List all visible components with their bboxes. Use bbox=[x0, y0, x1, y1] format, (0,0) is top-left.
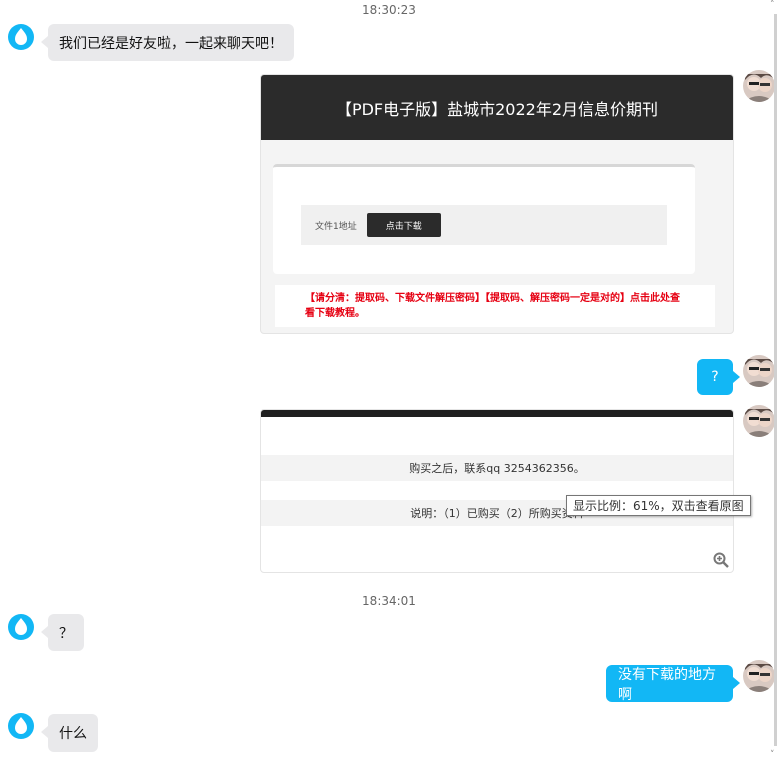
user-photo-avatar bbox=[743, 70, 775, 102]
message-bubble-received: 什么 bbox=[41, 714, 98, 752]
download-card[interactable]: 【PDF电子版】盐城市2022年2月信息价期刊 文件1地址 点击下载 【请分清：… bbox=[260, 74, 734, 334]
qq-logo-icon bbox=[8, 614, 34, 640]
download-notice[interactable]: 【请分清：提取码、下载文件解压密码】【提取码、解压密码一定是对的】点击此处查看下… bbox=[275, 285, 715, 327]
image-header-bar bbox=[261, 410, 733, 417]
message-text: 我们已经是好友啦，一起来聊天吧！ bbox=[59, 35, 283, 52]
qq-logo-icon bbox=[8, 24, 34, 50]
message-text: 没有下载的地方啊 bbox=[618, 666, 716, 703]
zoom-in-icon[interactable] bbox=[713, 552, 729, 568]
message-text: ? bbox=[711, 369, 719, 385]
scroll-up-arrow[interactable]: ˄ bbox=[770, 0, 775, 10]
timestamp: 18:30:23 bbox=[362, 3, 416, 17]
timestamp: 18:34:01 bbox=[362, 594, 416, 608]
message-bubble-sent: 没有下载的地方啊 bbox=[606, 665, 740, 703]
card-title: 【PDF电子版】盐城市2022年2月信息价期刊 bbox=[261, 75, 733, 140]
user-photo-avatar bbox=[743, 355, 775, 387]
my-avatar[interactable] bbox=[743, 355, 775, 387]
message-text: 什么 bbox=[59, 726, 87, 742]
image-message[interactable]: 购买之后，联系qq 3254362356。 说明：（1）已购买（2）所购买资料 bbox=[260, 409, 734, 573]
scroll-down-arrow[interactable]: ˅ bbox=[770, 750, 775, 760]
contact-avatar[interactable] bbox=[6, 711, 36, 741]
contact-avatar[interactable] bbox=[6, 22, 36, 52]
my-avatar[interactable] bbox=[743, 405, 775, 437]
file-panel: 文件1地址 点击下载 bbox=[273, 164, 695, 274]
download-button[interactable]: 点击下载 bbox=[366, 213, 441, 237]
contact-line: 购买之后，联系qq 3254362356。 bbox=[261, 455, 733, 481]
message-bubble-sent: ? bbox=[697, 359, 740, 395]
my-avatar[interactable] bbox=[743, 70, 775, 102]
message-bubble-received: ？ bbox=[41, 614, 84, 651]
message-bubble-received: 我们已经是好友啦，一起来聊天吧！ bbox=[41, 24, 294, 61]
contact-avatar[interactable] bbox=[6, 612, 36, 642]
file-row: 文件1地址 点击下载 bbox=[301, 205, 667, 245]
qq-logo-icon bbox=[8, 713, 34, 739]
file-label: 文件1地址 bbox=[315, 221, 357, 232]
zoom-tooltip: 显示比例：61%，双击查看原图 bbox=[566, 495, 751, 516]
message-text: ？ bbox=[59, 625, 73, 642]
scrollbar[interactable] bbox=[774, 14, 777, 746]
user-photo-avatar bbox=[743, 405, 775, 437]
user-photo-avatar bbox=[743, 660, 775, 692]
my-avatar[interactable] bbox=[743, 660, 775, 692]
